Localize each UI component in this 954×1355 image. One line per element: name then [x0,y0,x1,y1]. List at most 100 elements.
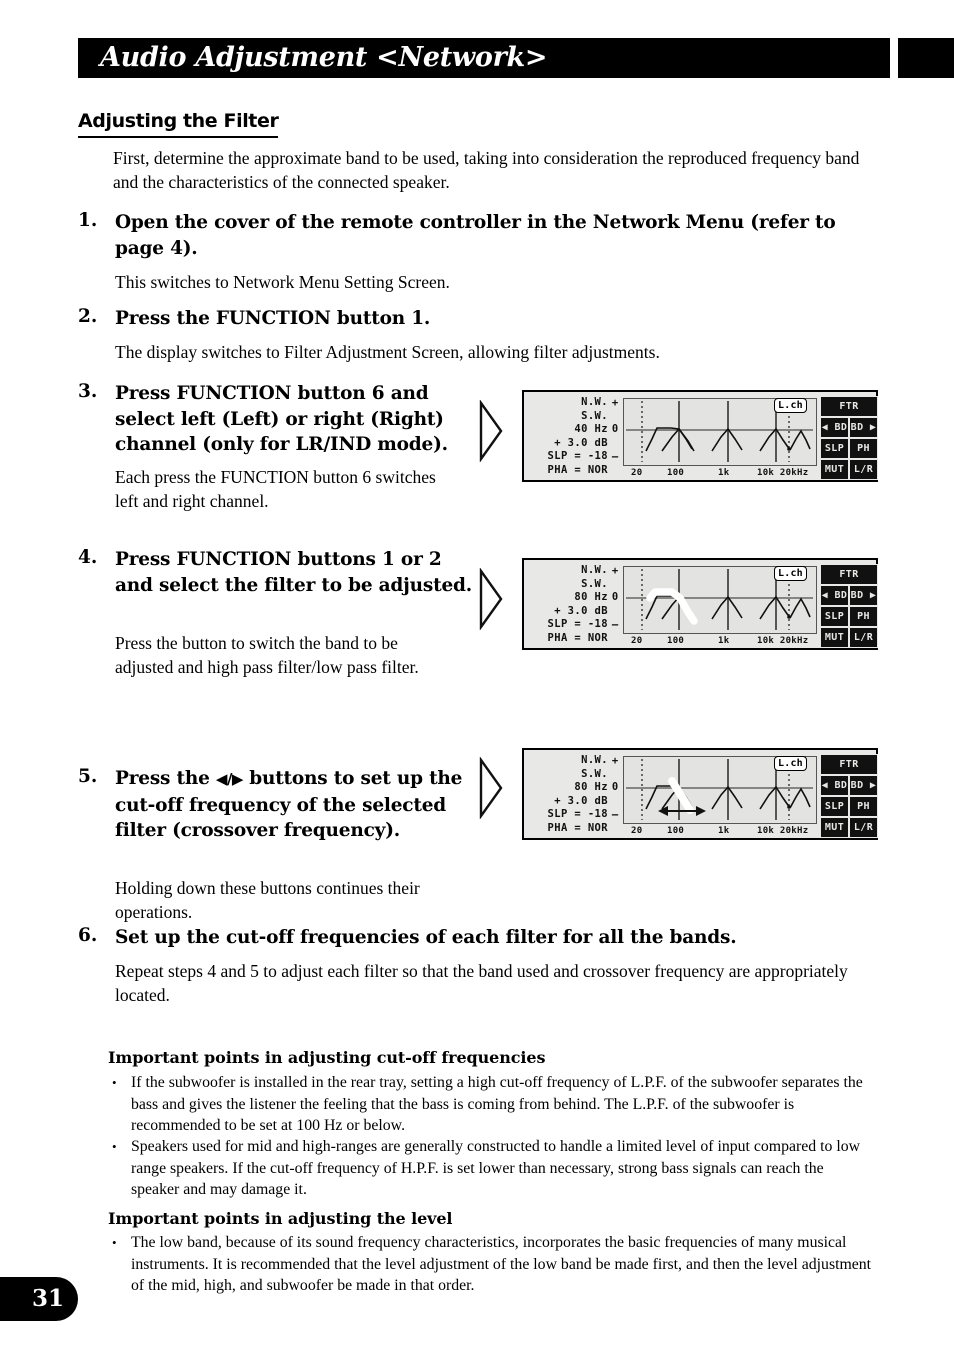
lcd-1-xlabel-2: 1k [718,468,730,478]
page-number-tab: 31 [0,1277,78,1321]
lcd-display-3: N.W. S.W. 80 Hz + 3.0 dB SLP = -18 PHA =… [522,748,878,840]
lcd-2-button-slope[interactable]: SLP [820,606,849,627]
lcd-3-status-line-1: S.W. [581,767,608,780]
lcd-display-2: N.W. S.W. 80 Hz + 3.0 dB SLP = -18 PHA =… [522,558,878,650]
note-bullet-cutoff-2: • Speakers used for mid and high-ranges … [112,1136,872,1201]
step-5-number: 5. [78,766,98,787]
lcd-1-gain-zero-label: 0 [611,423,619,435]
note-bullet-level-1: • The low band, because of its sound fre… [112,1232,872,1297]
lcd-2-status-line-4: SLP = -18 [547,618,608,631]
section-intro-paragraph: First, determine the approximate band to… [113,148,860,192]
lcd-1-status-line-1: S.W. [581,409,608,422]
lcd-3-status-line-2: 80 Hz [574,781,608,794]
step-1-number: 1. [78,210,98,231]
page-number: 31 [31,1284,64,1312]
lcd-2-button-mute[interactable]: MUT [820,627,849,648]
lcd-3-button-phase[interactable]: PH [849,796,878,817]
lcd-3-gain-plus-label: + [611,755,619,767]
section-heading: Adjusting the Filter [78,110,279,138]
step-1-body: This switches to Network Menu Setting Sc… [115,272,450,292]
page-header-bar: Audio Adjustment <Network> [78,38,954,78]
lcd-2-status-line-2: 80 Hz [574,591,608,604]
step-6-number: 6. [78,925,98,946]
lcd-1-xlabel-0: 20 [631,468,643,478]
lcd-2-status-line-0: N.W. [581,564,608,576]
step-3-number: 3. [78,381,98,402]
lcd-3-status-line-3: + 3.0 dB [554,794,608,807]
lcd-1-button-phase[interactable]: PH [849,438,878,459]
lcd-2-button-band-prev[interactable]: ◀ BD [820,585,849,606]
lcd-3-button-mute[interactable]: MUT [820,817,849,838]
step-5-body: Holding down these buttons continues the… [115,878,420,922]
step-1-title: Open the cover of the remote controller … [115,212,836,259]
lcd-1-button-panel: FTR ◀ BD BD ▶ SLP PH MUT L/R [820,396,878,480]
lcd-1-button-mute[interactable]: MUT [820,459,849,480]
note-bullet-level-1-text: The low band, because of its sound frequ… [131,1234,872,1294]
lcd-1-status-line-0: N.W. [581,396,608,408]
lcd-2-xlabel-0: 20 [631,636,643,646]
page-title: Audio Adjustment <Network> [100,41,548,73]
lcd-2-button-phase[interactable]: PH [849,606,878,627]
lcd-3-gain-zero-label: 0 [611,781,619,793]
lcd-2-button-ftr[interactable]: FTR [820,564,878,585]
lcd-3-frequency-axis: 20 100 1k 10k 20kHz [623,826,817,839]
step-4-title: Press FUNCTION buttons 1 or 2 and select… [115,549,473,596]
bullet-icon: • [112,1235,117,1250]
lcd-3-button-band-next[interactable]: BD ▶ [849,775,878,796]
step-5-pointer-triangle-icon [478,757,504,819]
notes-heading-level: Important points in adjusting the level [108,1209,453,1228]
step-5-title: Press the ◀/▶ buttons to set up the cut-… [115,766,475,844]
lcd-1-button-ftr[interactable]: FTR [820,396,878,417]
lcd-1-xlabel-1: 100 [667,468,685,478]
lcd-3-xlabel-3: 10k 20kHz [757,826,809,836]
lcd-1-button-band-next[interactable]: BD ▶ [849,417,878,438]
step-3-title: Press FUNCTION button 6 and select left … [115,383,448,455]
step-6-body: Repeat steps 4 and 5 to adjust each filt… [115,961,848,1005]
note-bullet-cutoff-1-text: If the subwoofer is installed in the rea… [131,1074,863,1134]
lcd-1-button-slope[interactable]: SLP [820,438,849,459]
bullet-icon: • [112,1139,117,1154]
bullet-icon: • [112,1075,117,1090]
lcd-1-gain-plus-label: + [611,397,619,409]
lcd-2-button-left-right[interactable]: L/R [849,627,878,648]
lcd-3-button-ftr[interactable]: FTR [820,754,878,775]
lcd-2-gain-axis: + 0 – [608,565,622,635]
lcd-2-status-column: N.W. S.W. 80 Hz + 3.0 dB SLP = -18 PHA =… [530,564,608,648]
step-3-body: Each press the FUNCTION button 6 switche… [115,467,436,511]
lcd-3-button-panel: FTR ◀ BD BD ▶ SLP PH MUT L/R [820,754,878,838]
lcd-2-gain-zero-label: 0 [611,591,619,603]
lcd-3-xlabel-0: 20 [631,826,643,836]
lcd-1-button-band-prev[interactable]: ◀ BD [820,417,849,438]
lcd-3-gain-axis: + 0 – [608,755,622,825]
lcd-3-status-line-0: N.W. [581,754,608,766]
lcd-2-xlabel-3: 10k 20kHz [757,636,809,646]
lcd-1-gain-axis: + 0 – [608,397,622,467]
step-4-pointer-triangle-icon [478,568,504,630]
lcd-3-xlabel-2: 1k [718,826,730,836]
header-right-gap [890,38,898,78]
lcd-2-channel-badge: L.ch [774,566,807,581]
note-bullet-cutoff-2-text: Speakers used for mid and high-ranges ar… [131,1138,861,1198]
step-4-number: 4. [78,547,98,568]
lcd-3-button-left-right[interactable]: L/R [849,817,878,838]
lcd-3-status-column: N.W. S.W. 80 Hz + 3.0 dB SLP = -18 PHA =… [530,754,608,838]
lcd-1-status-line-3: + 3.0 dB [554,436,608,449]
step-2-body: The display switches to Filter Adjustmen… [115,342,660,362]
lcd-3-xlabel-1: 100 [667,826,685,836]
lcd-3-channel-badge: L.ch [774,756,807,771]
lcd-1-xlabel-3: 10k 20kHz [757,468,809,478]
lcd-1-button-left-right[interactable]: L/R [849,459,878,480]
lcd-1-status-column: N.W. S.W. 40 Hz + 3.0 dB SLP = -18 PHA =… [530,396,608,480]
lcd-3-button-band-prev[interactable]: ◀ BD [820,775,849,796]
notes-heading-cutoff: Important points in adjusting cut-off fr… [108,1048,546,1067]
lcd-2-xlabel-1: 100 [667,636,685,646]
step-5-title-prefix: Press the [115,768,216,789]
step-2-title: Press the FUNCTION button 1. [115,308,431,329]
lcd-2-button-band-next[interactable]: BD ▶ [849,585,878,606]
lcd-2-status-line-3: + 3.0 dB [554,604,608,617]
lcd-3-button-slope[interactable]: SLP [820,796,849,817]
step-2-number: 2. [78,306,98,327]
lcd-1-status-line-4: SLP = -18 [547,450,608,463]
lcd-1-status-line-2: 40 Hz [574,423,608,436]
lcd-2-button-panel: FTR ◀ BD BD ▶ SLP PH MUT L/R [820,564,878,648]
